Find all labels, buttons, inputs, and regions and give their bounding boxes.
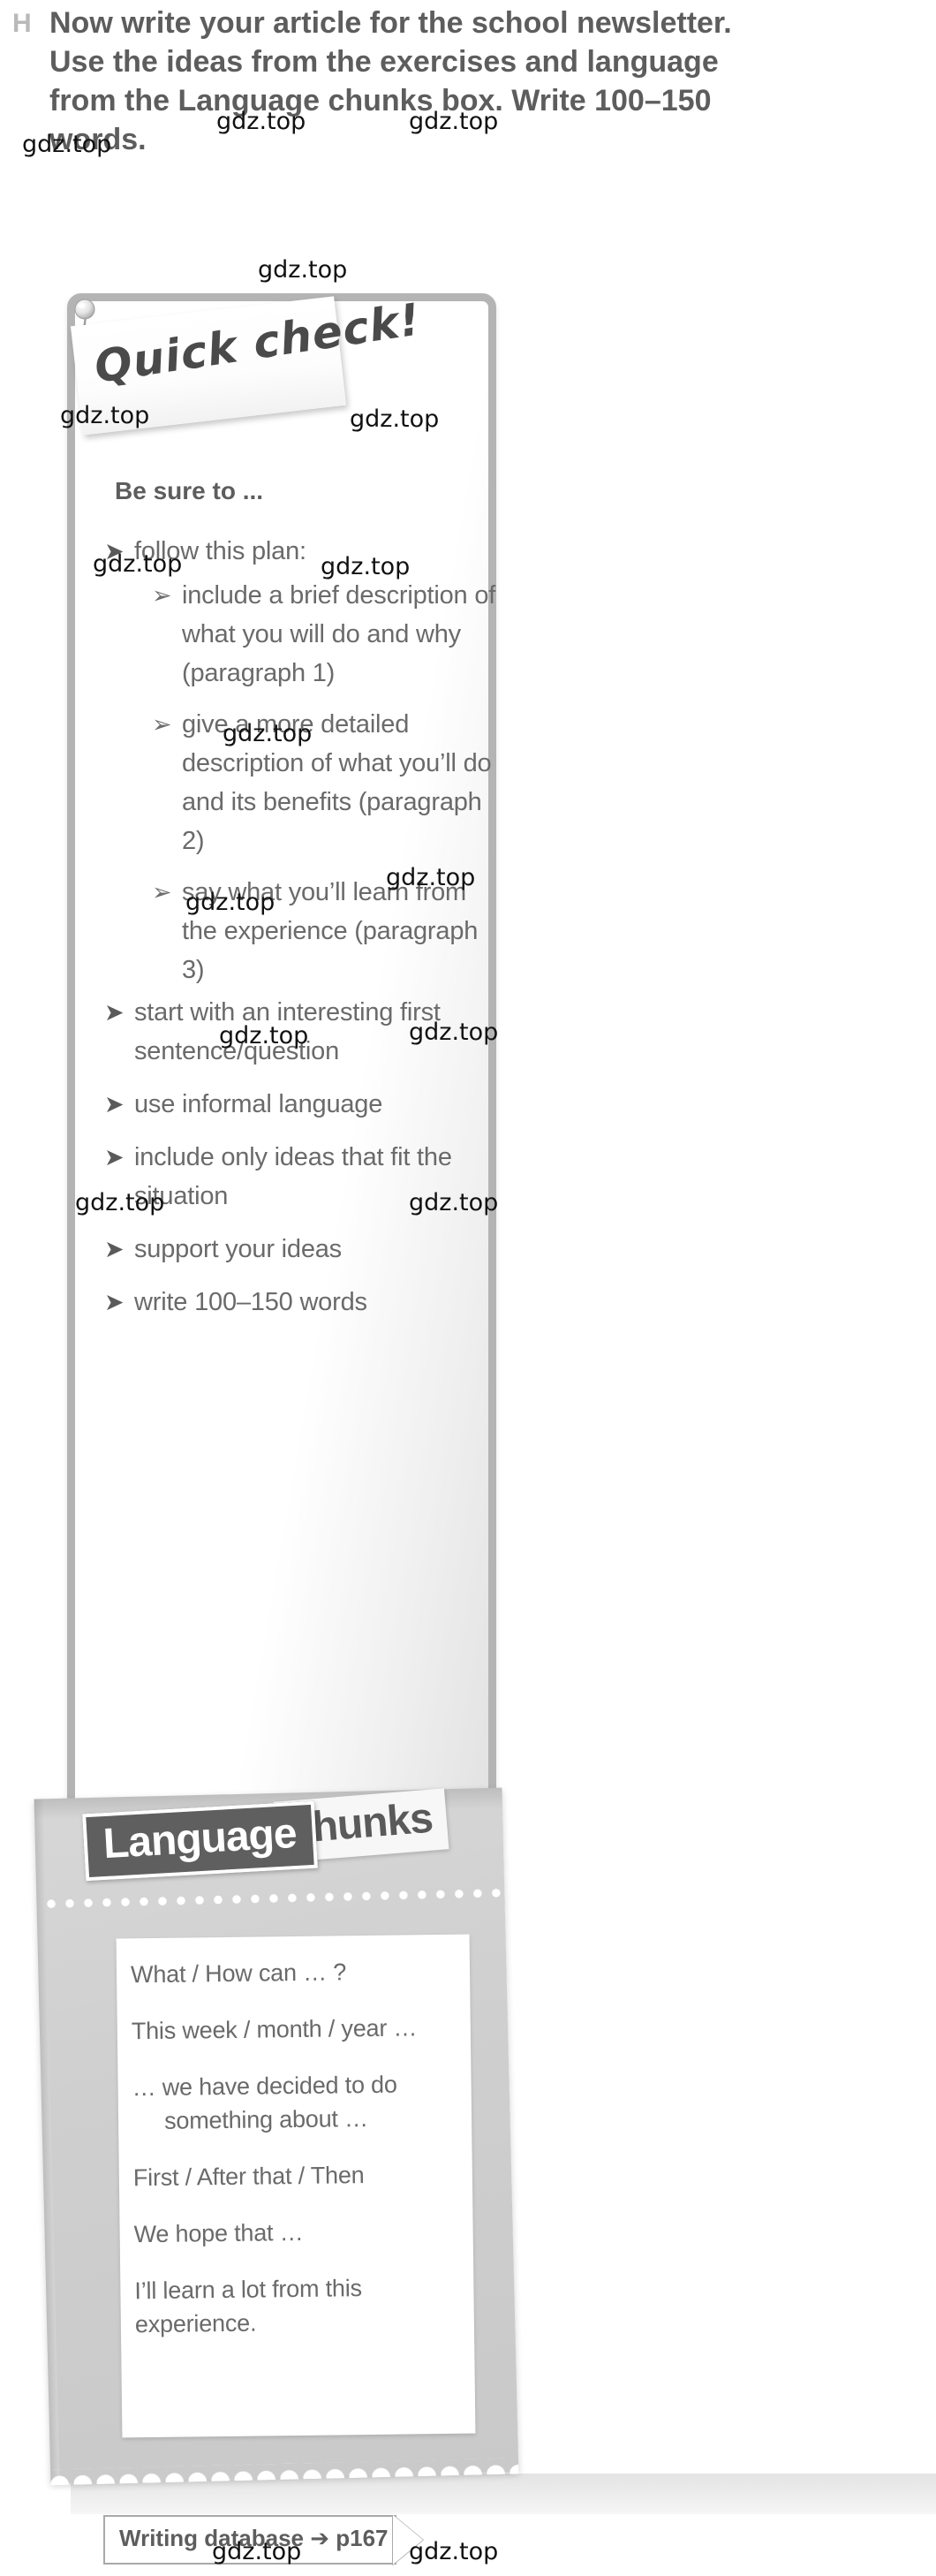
- arrow-filled-icon: ➤: [104, 538, 125, 564]
- phrase-text: We hope that …: [133, 2218, 304, 2248]
- phrase-text: … we have decided to do: [132, 2071, 397, 2102]
- tab-pointer-icon: [393, 2515, 423, 2565]
- list-item-label: give a more detailed description of what…: [182, 710, 492, 855]
- phrase-text: First / After that / Then: [132, 2162, 365, 2192]
- phrase-item: First / After that / Then: [133, 2157, 458, 2194]
- pushpin-icon: [74, 299, 95, 325]
- list-item-label: follow this plan:: [134, 537, 306, 565]
- writing-database-tab-label: Writing database ➔ p167: [119, 2525, 389, 2551]
- list-item: ➤ write 100–150 words: [104, 1283, 502, 1322]
- language-chunks-title-plate-dark: Language: [82, 1800, 318, 1882]
- arrow-hollow-icon: ➢: [152, 582, 172, 609]
- list-item-label: support your ideas: [134, 1235, 342, 1263]
- dotted-separator: [42, 1886, 502, 1911]
- arrow-filled-icon: ➤: [104, 1144, 125, 1171]
- list-item: ➤ follow this plan:: [104, 532, 502, 571]
- list-item: ➤ include only ideas that fit the situat…: [104, 1138, 502, 1216]
- phrase-text: I’ll learn a lot from this experience.: [134, 2275, 363, 2338]
- language-chunks-title-part1: Language: [102, 1809, 298, 1868]
- arrow-hollow-icon: ➢: [152, 711, 172, 738]
- exercise-letter-marker: H: [12, 9, 32, 38]
- list-item: ➢ include a brief description of what yo…: [152, 576, 502, 693]
- phrase-item: … we have decided to do something about …: [132, 2067, 457, 2138]
- phrase-text: This week / month / year …: [131, 2014, 418, 2045]
- arrow-filled-icon: ➤: [104, 1091, 125, 1118]
- arrow-filled-icon: ➤: [104, 1289, 125, 1315]
- list-item: ➤ support your ideas: [104, 1230, 502, 1269]
- list-item-label: use informal language: [134, 1090, 383, 1118]
- list-item-label: start with an interesting first sentence…: [134, 998, 441, 1065]
- list-item-label: include a brief description of what you …: [182, 581, 496, 687]
- be-sure-heading: Be sure to ...: [115, 477, 264, 504]
- list-item: ➤ use informal language: [104, 1085, 502, 1124]
- exercise-instruction-text: Now write your article for the school ne…: [49, 6, 732, 156]
- phrase-item: I’ll learn a lot from this experience.: [134, 2270, 460, 2341]
- phrase-item: This week / month / year …: [132, 2011, 457, 2048]
- list-item: ➤ start with an interesting first senten…: [104, 993, 502, 1071]
- list-item: ➢ say what you’ll learn from the experie…: [152, 873, 502, 989]
- phrase-item: What / How can … ?: [131, 1954, 456, 1991]
- writing-database-tab[interactable]: Writing database ➔ p167: [103, 2515, 396, 2565]
- arrow-hollow-icon: ➢: [152, 879, 172, 905]
- list-item: ➢ give a more detailed description of wh…: [152, 705, 502, 860]
- list-item-label: include only ideas that fit the situatio…: [134, 1143, 452, 1210]
- quick-check-list: Be sure to ... ➤ follow this plan: ➢ inc…: [104, 477, 502, 1327]
- arrow-filled-icon: ➤: [104, 999, 125, 1026]
- phrase-text: What / How can … ?: [130, 1959, 347, 1989]
- arrow-filled-icon: ➤: [104, 1236, 125, 1262]
- list-item-label: say what you’ll learn from the experienc…: [182, 878, 479, 984]
- exercise-header: H Now write your article for the school …: [0, 0, 936, 221]
- list-item-label: write 100–150 words: [134, 1288, 367, 1316]
- language-chunks-phrase-box: What / How can … ? This week / month / y…: [116, 1934, 476, 2438]
- phrase-item: We hope that …: [133, 2214, 458, 2251]
- phrase-text-continuation: something about …: [163, 2104, 369, 2134]
- watermark: gdz.top: [258, 256, 348, 284]
